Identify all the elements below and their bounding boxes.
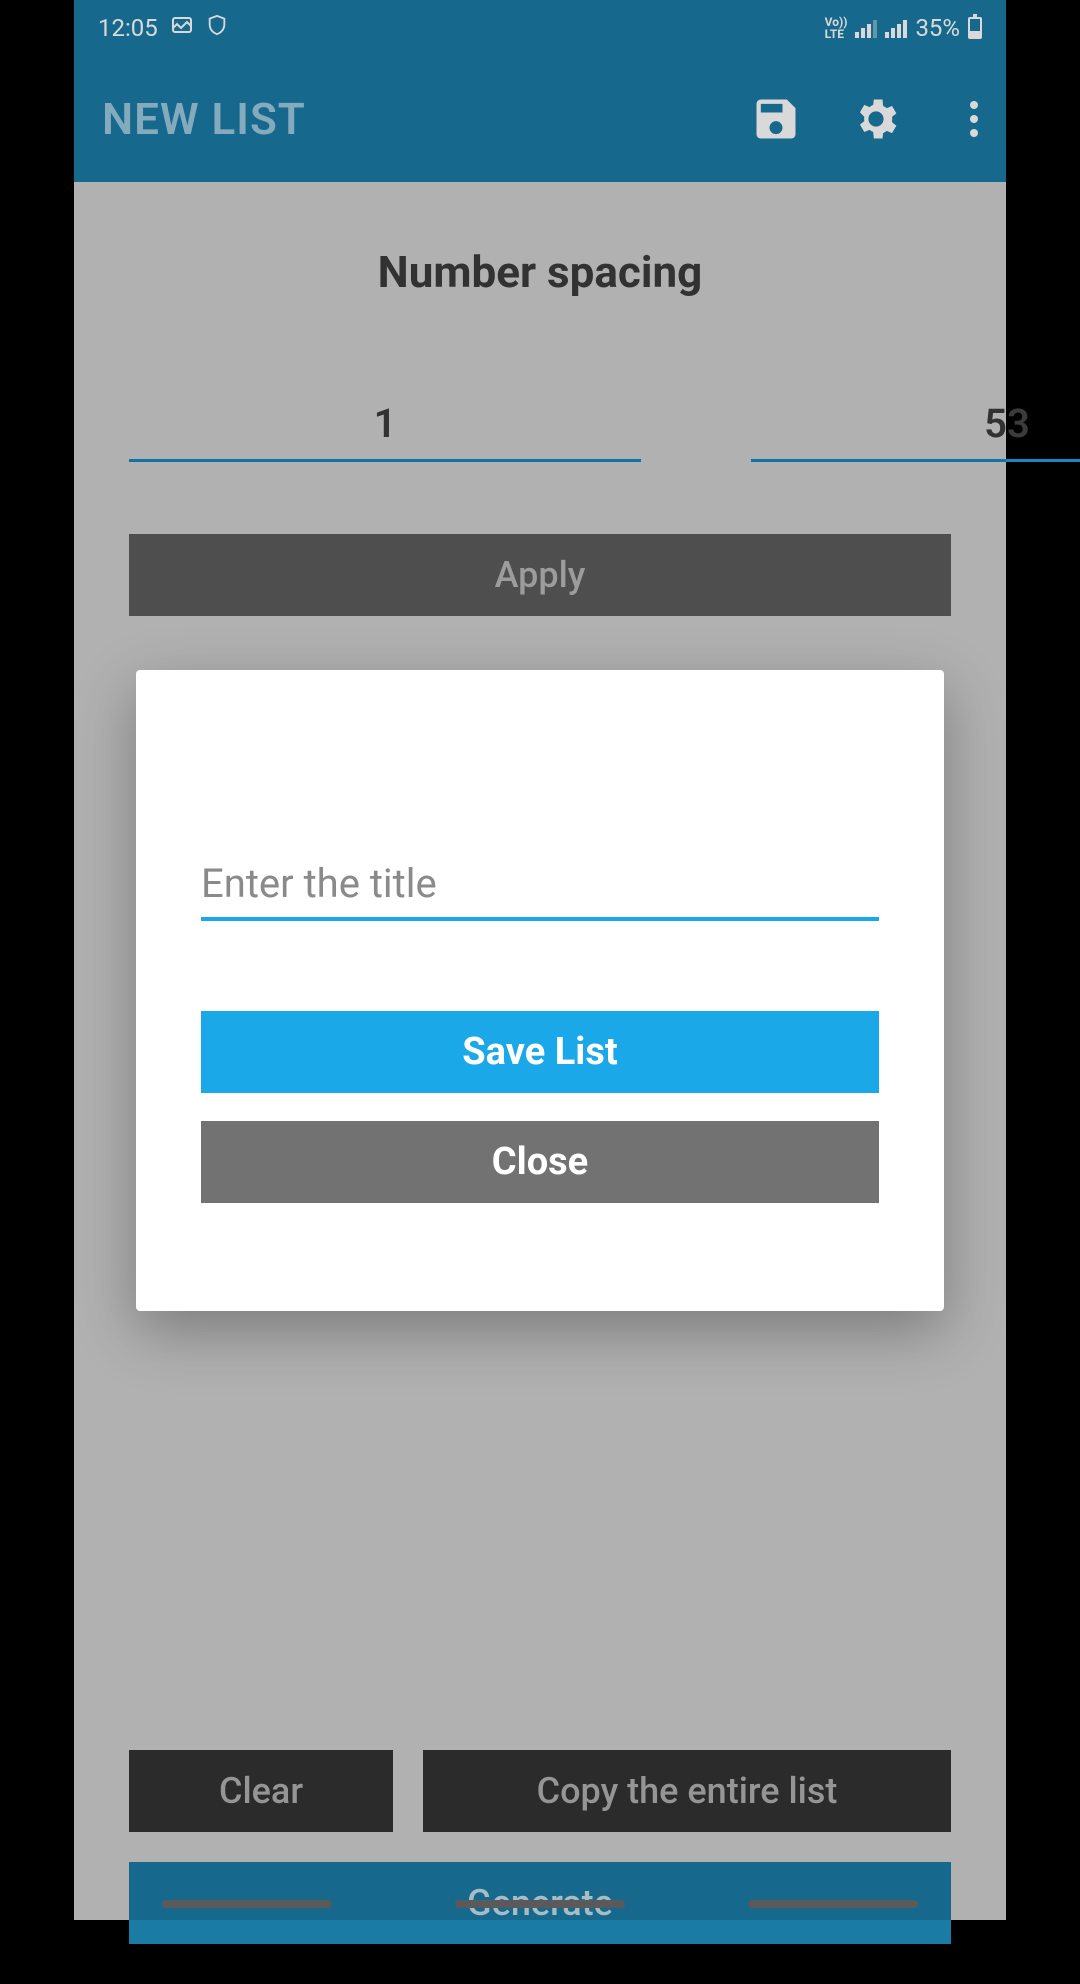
- battery-percent: 35%: [915, 14, 960, 42]
- image-icon: [170, 13, 194, 43]
- phone-screen: 12:05 Vo))LTE 35% NEW LIST: [74, 0, 1006, 1920]
- save-icon[interactable]: [750, 93, 802, 145]
- save-list-dialog: Save List Close: [136, 670, 944, 1311]
- clear-button[interactable]: Clear: [129, 1750, 393, 1832]
- shield-icon: [206, 14, 228, 42]
- volte-indicator: Vo))LTE: [825, 16, 848, 40]
- nav-home[interactable]: [455, 1900, 625, 1908]
- nav-back[interactable]: [748, 1900, 918, 1908]
- battery-icon: [968, 17, 982, 39]
- spacing-from-input[interactable]: [129, 388, 641, 462]
- app-bar: NEW LIST: [74, 56, 1006, 182]
- system-nav-bar: [0, 1888, 1080, 1920]
- signal-icon-1: [855, 18, 877, 38]
- gear-icon[interactable]: [850, 93, 902, 145]
- list-title-input[interactable]: [201, 850, 879, 921]
- status-bar-right: Vo))LTE 35%: [825, 14, 982, 42]
- copy-list-button[interactable]: Copy the entire list: [423, 1750, 951, 1832]
- app-bar-actions: [750, 93, 978, 145]
- save-list-button[interactable]: Save List: [201, 1011, 879, 1093]
- status-bar-left: 12:05: [98, 13, 228, 43]
- section-title: Number spacing: [129, 246, 951, 298]
- close-dialog-button[interactable]: Close: [201, 1121, 879, 1203]
- app-title: NEW LIST: [102, 93, 750, 145]
- nav-recents[interactable]: [162, 1900, 332, 1908]
- status-bar: 12:05 Vo))LTE 35%: [74, 0, 1006, 56]
- spacing-inputs-row: [129, 388, 951, 462]
- spacing-to-input[interactable]: [751, 388, 1080, 462]
- status-time: 12:05: [98, 14, 158, 42]
- overflow-menu-icon[interactable]: [950, 101, 978, 137]
- apply-button[interactable]: Apply: [129, 534, 951, 616]
- signal-icon-2: [885, 18, 907, 38]
